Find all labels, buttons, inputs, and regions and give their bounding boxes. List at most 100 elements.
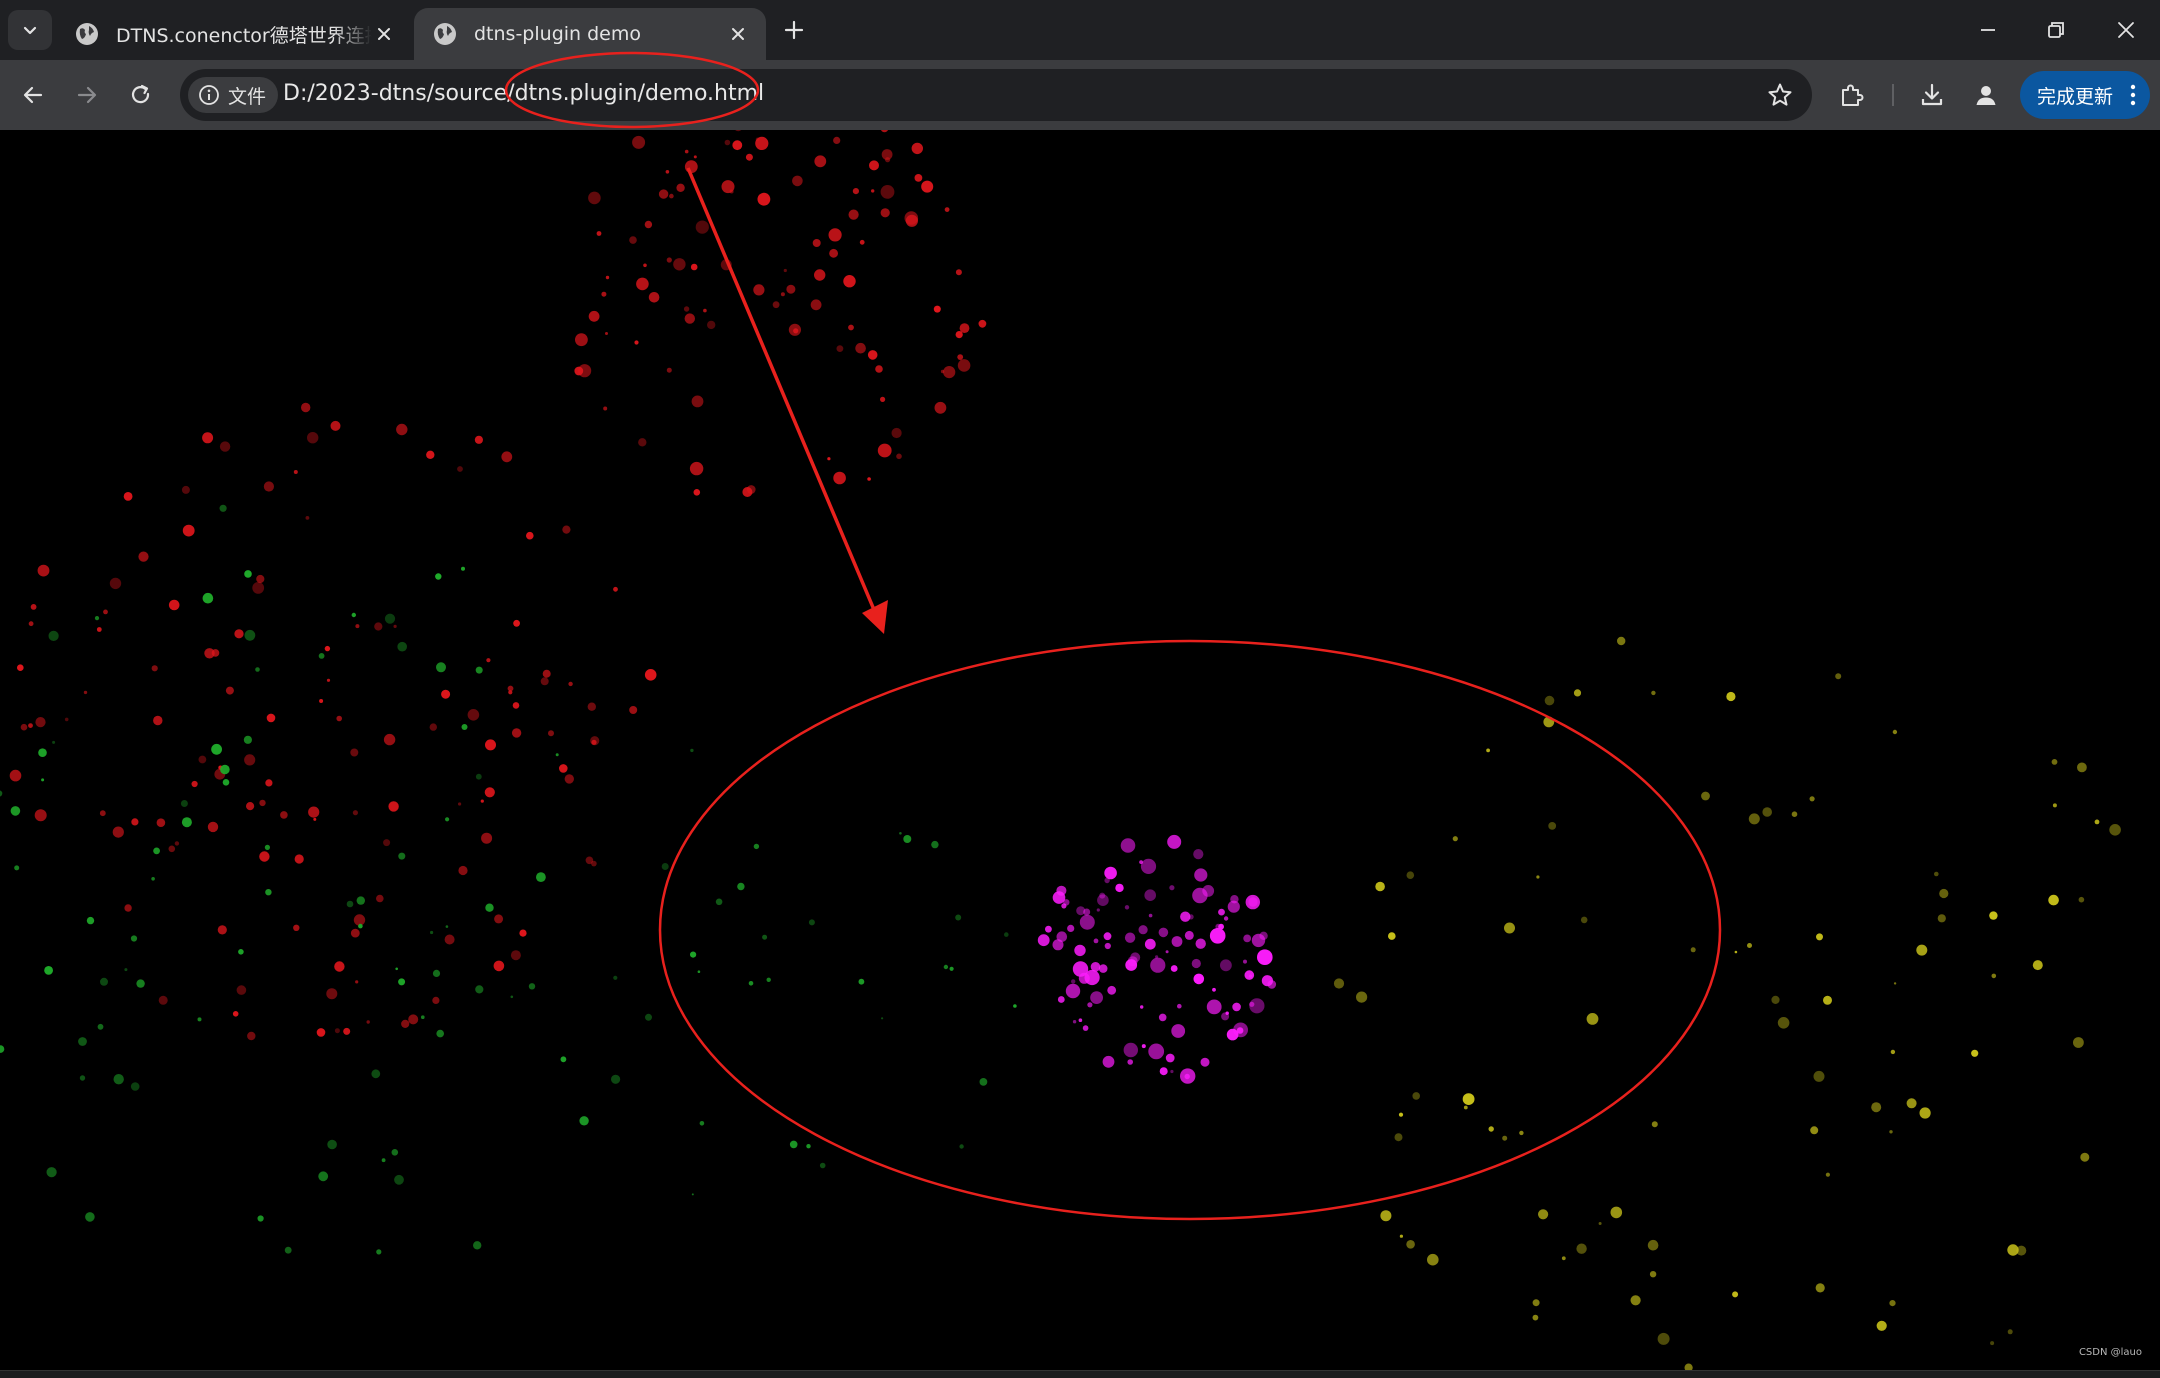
red-particle xyxy=(871,189,875,193)
back-button[interactable] xyxy=(14,76,52,114)
green-particle xyxy=(38,748,47,757)
red-particle xyxy=(896,453,902,460)
red-particle xyxy=(181,485,190,494)
red-particle xyxy=(28,723,33,728)
red-particle xyxy=(293,470,298,474)
yellow-particle xyxy=(1937,914,1946,923)
red-particle xyxy=(568,681,573,687)
tab-dtns-connector[interactable]: DTNS.conenctor德塔世界连接 xyxy=(56,8,412,60)
forward-button[interactable] xyxy=(68,76,106,114)
yellow-particle xyxy=(1561,1256,1566,1261)
red-particle xyxy=(158,995,168,1005)
yellow-particle xyxy=(1726,691,1736,702)
red-particle xyxy=(833,471,846,485)
yellow-particle xyxy=(1486,748,1490,753)
downloads-button[interactable] xyxy=(1914,77,1950,113)
green-particle xyxy=(151,877,155,881)
tab-dtns-plugin-demo[interactable]: dtns-plugin demo xyxy=(414,8,766,60)
magenta-particle xyxy=(1124,932,1136,943)
update-button[interactable]: 完成更新 xyxy=(2020,71,2150,119)
star-icon[interactable] xyxy=(1766,81,1794,109)
magenta-particle xyxy=(1177,1003,1182,1009)
red-particle xyxy=(388,801,399,812)
red-particle xyxy=(814,155,827,168)
magenta-particle xyxy=(1052,939,1064,951)
yellow-particle xyxy=(1502,1135,1508,1141)
yellow-particle xyxy=(1835,673,1842,680)
magenta-particle xyxy=(1104,877,1110,884)
restore-button[interactable] xyxy=(2031,10,2081,50)
arrow-right-icon xyxy=(77,86,97,104)
red-particle xyxy=(236,985,247,995)
red-particle xyxy=(735,130,742,132)
red-particle xyxy=(689,461,704,476)
magenta-particle xyxy=(1169,885,1175,891)
magenta-particle xyxy=(1140,858,1157,875)
yellow-particle xyxy=(1394,1133,1403,1142)
tab-title: DTNS.conenctor德塔世界连接 xyxy=(116,24,372,47)
red-particle xyxy=(334,961,345,972)
red-particle xyxy=(474,435,483,444)
red-particle xyxy=(921,180,934,193)
green-particle xyxy=(560,1056,567,1063)
green-particle xyxy=(715,898,723,906)
red-particle xyxy=(350,748,359,757)
red-particle xyxy=(138,551,149,562)
magenta-particle xyxy=(1141,1044,1146,1049)
red-particle xyxy=(877,443,892,458)
close-tab-icon[interactable] xyxy=(726,22,750,46)
avatar-icon xyxy=(1976,86,1996,105)
red-particle xyxy=(911,142,923,155)
red-particle xyxy=(35,717,46,728)
close-tab-icon[interactable] xyxy=(372,22,396,46)
red-particle xyxy=(875,365,883,373)
page-canvas: CSDN @lauo xyxy=(0,130,2160,1370)
magenta-particle xyxy=(1107,985,1117,995)
green-particle xyxy=(461,566,465,571)
red-particle xyxy=(690,263,698,271)
red-particle xyxy=(814,269,826,281)
green-particle xyxy=(244,629,256,641)
close-window-button[interactable] xyxy=(2101,10,2151,50)
red-particle xyxy=(828,228,842,242)
yellow-particle xyxy=(1380,1210,1392,1222)
yellow-particle xyxy=(1375,881,1385,892)
red-particle xyxy=(246,802,255,811)
minimize-button[interactable] xyxy=(1963,10,2013,50)
url-text[interactable]: D:/2023-dtns/source/dtns.plugin/demo.htm… xyxy=(283,81,764,106)
tab-search-button[interactable] xyxy=(8,10,52,50)
magenta-particle xyxy=(1063,899,1070,906)
red-particle xyxy=(493,960,505,972)
profile-button[interactable] xyxy=(1968,77,2004,113)
yellow-particle xyxy=(1543,716,1555,728)
magenta-particle xyxy=(1096,908,1100,912)
red-particle xyxy=(511,728,522,738)
green-particle xyxy=(264,844,270,851)
magenta-particle xyxy=(1200,1057,1210,1067)
yellow-particle xyxy=(1649,1271,1657,1278)
new-tab-button[interactable] xyxy=(778,14,810,46)
red-particle xyxy=(30,604,37,610)
red-particle xyxy=(669,193,674,199)
extensions-button[interactable] xyxy=(1834,77,1870,113)
info-icon xyxy=(199,85,219,105)
reload-button[interactable] xyxy=(122,76,160,114)
magenta-particle xyxy=(1098,964,1108,973)
red-particle xyxy=(234,629,244,639)
address-bar[interactable]: 文件 D:/2023-dtns/source/dtns.plugin/demo.… xyxy=(180,69,1812,121)
red-particle xyxy=(259,799,266,807)
red-particle xyxy=(978,319,987,328)
red-particle xyxy=(168,845,176,853)
green-particle xyxy=(130,935,138,942)
magenta-particle xyxy=(1140,1005,1144,1009)
yellow-particle xyxy=(1504,922,1515,934)
yellow-particle xyxy=(1906,1098,1917,1109)
green-particle xyxy=(318,653,325,659)
yellow-particle xyxy=(1816,933,1823,941)
green-particle xyxy=(808,919,815,926)
green-particle xyxy=(255,667,260,672)
red-particle xyxy=(703,308,707,313)
red-particle xyxy=(904,211,919,225)
site-info-button[interactable]: 文件 xyxy=(188,77,278,113)
yellow-particle xyxy=(2052,803,2057,808)
